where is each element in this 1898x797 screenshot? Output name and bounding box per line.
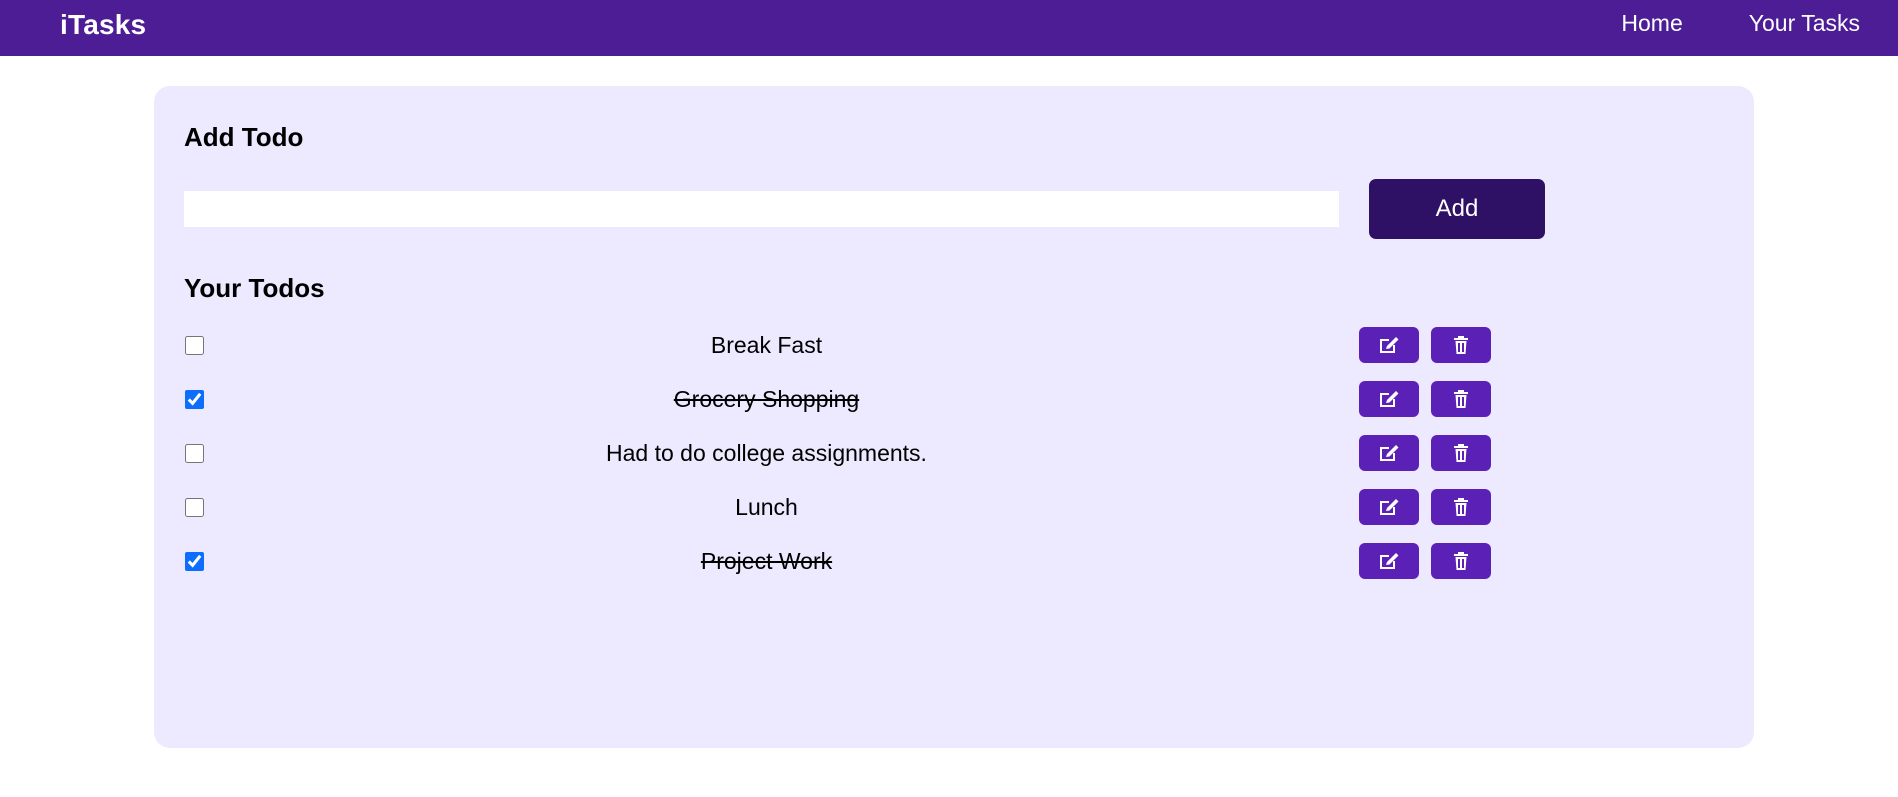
delete-button[interactable] <box>1431 489 1491 525</box>
edit-button[interactable] <box>1359 381 1419 417</box>
todo-text: Project Work <box>700 547 833 574</box>
edit-icon <box>1378 551 1400 571</box>
delete-button[interactable] <box>1431 327 1491 363</box>
todo-item: Break Fast <box>184 318 1724 372</box>
add-button[interactable]: Add <box>1369 179 1545 239</box>
edit-icon <box>1378 443 1400 463</box>
edit-button[interactable] <box>1359 543 1419 579</box>
todo-checkbox[interactable] <box>185 335 204 355</box>
trash-icon <box>1453 443 1469 463</box>
your-todos-heading: Your Todos <box>184 273 325 303</box>
todo-text: Had to do college assignments. <box>606 439 927 466</box>
todo-item: Lunch <box>184 480 1724 534</box>
edit-button[interactable] <box>1359 327 1419 363</box>
todo-actions <box>1359 489 1491 525</box>
todo-item: Grocery Shopping <box>184 372 1724 426</box>
brand-logo[interactable]: iTasks <box>60 9 146 41</box>
edit-icon <box>1378 497 1400 517</box>
delete-button[interactable] <box>1431 543 1491 579</box>
todo-actions <box>1359 435 1491 471</box>
edit-icon <box>1378 335 1400 355</box>
navbar: iTasks Home Your Tasks <box>0 0 1898 56</box>
delete-button[interactable] <box>1431 381 1491 417</box>
edit-button[interactable] <box>1359 435 1419 471</box>
todo-actions <box>1359 327 1491 363</box>
todo-list: Break Fast Grocery Shopping Had to do co… <box>184 318 1724 588</box>
nav-links: Home Your Tasks <box>1621 10 1860 37</box>
todo-item: Project Work <box>184 534 1724 588</box>
edit-icon <box>1378 389 1400 409</box>
edit-button[interactable] <box>1359 489 1419 525</box>
trash-icon <box>1453 497 1469 517</box>
todo-actions <box>1359 543 1491 579</box>
todo-checkbox[interactable] <box>185 551 204 571</box>
todo-panel: Add Todo Add Your Todos Break Fast Groce… <box>154 86 1754 748</box>
trash-icon <box>1453 551 1469 571</box>
todo-item: Had to do college assignments. <box>184 426 1724 480</box>
trash-icon <box>1453 389 1469 409</box>
nav-link-your-tasks[interactable]: Your Tasks <box>1749 10 1860 37</box>
todo-checkbox[interactable] <box>185 389 204 409</box>
todo-text: Break Fast <box>710 331 823 358</box>
todo-text: Lunch <box>735 493 798 520</box>
trash-icon <box>1453 335 1469 355</box>
delete-button[interactable] <box>1431 435 1491 471</box>
nav-link-home[interactable]: Home <box>1621 10 1682 37</box>
todo-text: Grocery Shopping <box>673 385 860 412</box>
todo-checkbox[interactable] <box>185 497 204 517</box>
todo-actions <box>1359 381 1491 417</box>
todo-input[interactable] <box>184 191 1339 227</box>
todo-checkbox[interactable] <box>185 443 204 463</box>
add-todo-heading: Add Todo <box>184 122 304 152</box>
add-todo-row: Add <box>184 179 1724 239</box>
